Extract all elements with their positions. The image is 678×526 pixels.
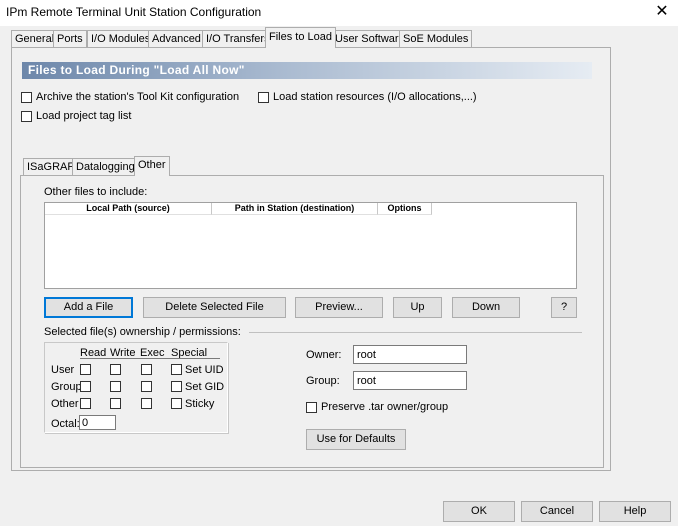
octal-label: Octal:: [51, 418, 80, 430]
column-local-path[interactable]: Local Path (source): [45, 203, 212, 215]
files-list[interactable]: Local Path (source) Path in Station (des…: [44, 202, 577, 289]
owner-input[interactable]: [353, 345, 467, 364]
subtab-isagraf[interactable]: ISaGRAF: [23, 158, 79, 175]
permissions-header-line: [80, 358, 220, 359]
group-input[interactable]: [353, 371, 467, 390]
perm-row-other-label: Other: [51, 398, 79, 410]
column-options[interactable]: Options: [378, 203, 432, 215]
window-title: IPm Remote Terminal Unit Station Configu…: [6, 5, 262, 19]
load-tag-list-label: Load project tag list: [36, 110, 132, 122]
tab-user-software[interactable]: User Software: [331, 30, 409, 47]
tab-advanced[interactable]: Advanced: [148, 30, 205, 47]
help-question-button[interactable]: ?: [551, 297, 577, 318]
close-icon[interactable]: ✕: [652, 2, 672, 22]
permissions-label: Selected file(s) ownership / permissions…: [44, 326, 241, 338]
group-read-checkbox[interactable]: [80, 381, 91, 392]
perm-row-user-label: User: [51, 364, 75, 376]
set-uid-checkbox[interactable]: [171, 364, 182, 375]
delete-file-button[interactable]: Delete Selected File: [143, 297, 286, 318]
tab-soe-modules[interactable]: SoE Modules: [399, 30, 473, 47]
user-exec-checkbox[interactable]: [141, 364, 152, 375]
ok-button[interactable]: OK: [443, 501, 515, 522]
subtab-datalogging[interactable]: Datalogging: [72, 158, 139, 175]
column-station-path[interactable]: Path in Station (destination): [212, 203, 378, 215]
subtab-other[interactable]: Other: [134, 156, 170, 176]
user-write-checkbox[interactable]: [110, 364, 121, 375]
sticky-checkbox[interactable]: [171, 398, 182, 409]
octal-input[interactable]: [79, 415, 116, 430]
help-button[interactable]: Help: [599, 501, 671, 522]
sticky-label: Sticky: [185, 398, 215, 410]
other-read-checkbox[interactable]: [80, 398, 91, 409]
load-resources-label: Load station resources (I/O allocations,…: [273, 91, 477, 103]
down-button[interactable]: Down: [452, 297, 520, 318]
use-for-defaults-button[interactable]: Use for Defaults: [306, 429, 406, 450]
cancel-button[interactable]: Cancel: [521, 501, 593, 522]
preserve-tar-checkbox[interactable]: [306, 402, 317, 413]
set-uid-label: Set UID: [185, 364, 224, 376]
up-button[interactable]: Up: [393, 297, 442, 318]
group-label: Group:: [306, 375, 340, 387]
tab-general[interactable]: General: [11, 30, 59, 47]
tab-ports[interactable]: Ports: [53, 30, 87, 47]
tab-files-to-load[interactable]: Files to Load: [265, 27, 336, 48]
archive-toolkit-label: Archive the station's Tool Kit configura…: [36, 91, 240, 103]
section-banner: Files to Load During "Load All Now": [22, 62, 592, 79]
group-exec-checkbox[interactable]: [141, 381, 152, 392]
load-resources-checkbox[interactable]: [258, 92, 269, 103]
other-exec-checkbox[interactable]: [141, 398, 152, 409]
tab-io-modules[interactable]: I/O Modules: [87, 30, 155, 47]
owner-label: Owner:: [306, 349, 342, 361]
preserve-tar-label: Preserve .tar owner/group: [321, 401, 449, 413]
preview-button[interactable]: Preview...: [295, 297, 383, 318]
load-tag-list-checkbox[interactable]: [21, 111, 32, 122]
tab-io-transfers[interactable]: I/O Transfers: [202, 30, 274, 47]
other-write-checkbox[interactable]: [110, 398, 121, 409]
group-write-checkbox[interactable]: [110, 381, 121, 392]
perm-row-group-label: Group: [51, 381, 82, 393]
set-gid-checkbox[interactable]: [171, 381, 182, 392]
separator-line: [249, 332, 582, 333]
set-gid-label: Set GID: [185, 381, 225, 393]
add-file-button[interactable]: Add a File: [44, 297, 133, 318]
other-files-label: Other files to include:: [44, 186, 148, 198]
user-read-checkbox[interactable]: [80, 364, 91, 375]
archive-toolkit-checkbox[interactable]: [21, 92, 32, 103]
